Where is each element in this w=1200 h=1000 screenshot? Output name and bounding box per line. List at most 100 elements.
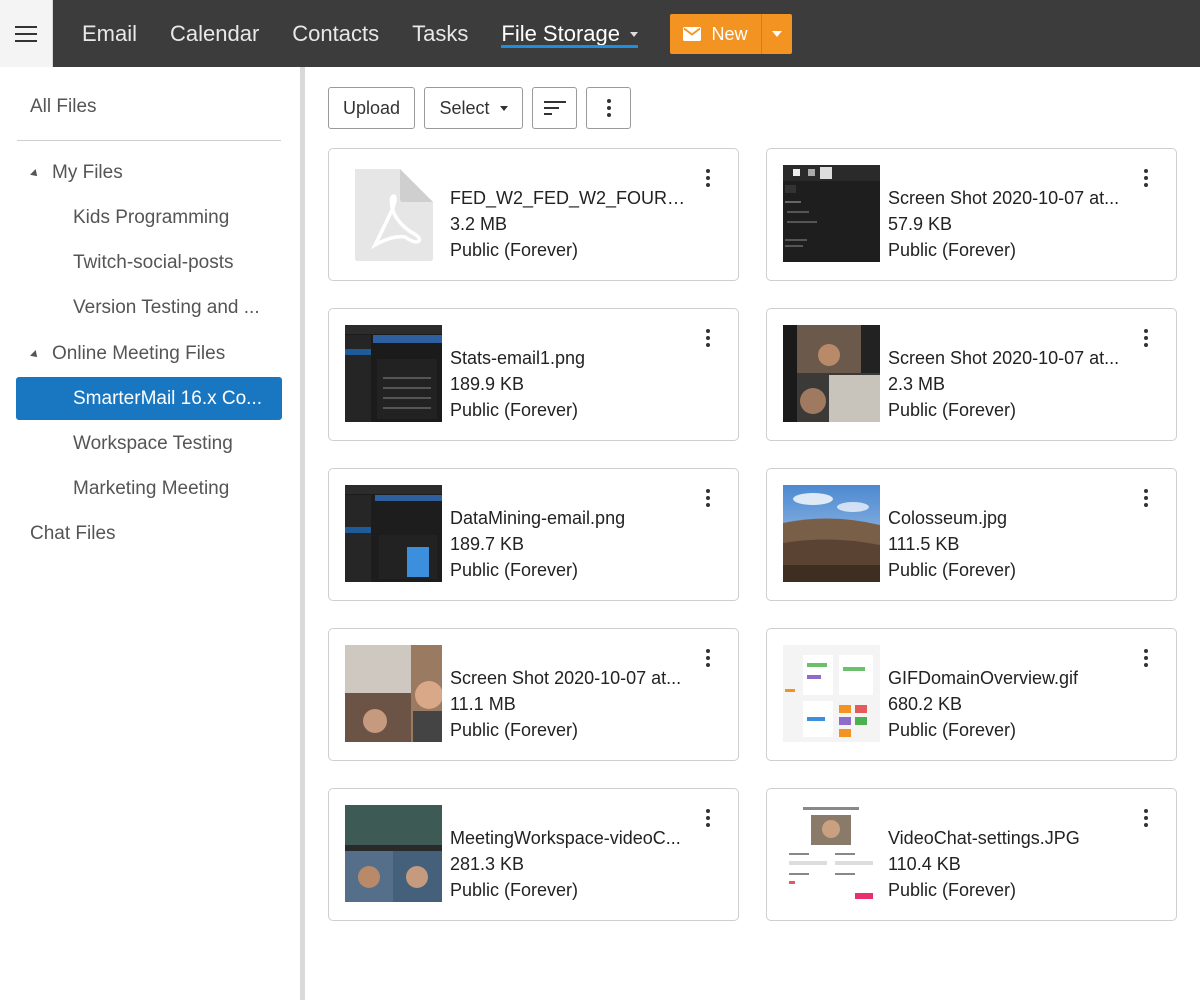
- file-size: 189.7 KB: [450, 534, 525, 554]
- file-options-button[interactable]: [1136, 487, 1156, 509]
- file-access-status: Public (Forever): [888, 560, 1017, 580]
- nav-contacts[interactable]: Contacts: [292, 0, 379, 67]
- file-card[interactable]: DataMining-email.png 189.7 KB Public (Fore…: [328, 468, 739, 601]
- file-name[interactable]: Screen Shot 2020-10-07 at...: [888, 188, 1133, 209]
- nav-email[interactable]: Email: [82, 0, 137, 67]
- more-vertical-icon: [1144, 169, 1148, 187]
- sidebar-divider: [17, 140, 281, 141]
- file-size: 110.4 KB: [888, 854, 961, 874]
- file-name[interactable]: Screen Shot 2020-10-07 at...: [450, 668, 695, 689]
- file-thumbnail[interactable]: [783, 645, 880, 742]
- menu-button[interactable]: [0, 0, 53, 67]
- file-name[interactable]: Screen Shot 2020-10-07 at...: [888, 348, 1133, 369]
- chevron-down-icon: [630, 32, 638, 37]
- file-name[interactable]: GIFDomainOverview.gif: [888, 668, 1133, 689]
- screenshot-thumbnail: [345, 485, 442, 582]
- file-access-status: Public (Forever): [450, 560, 579, 580]
- file-card[interactable]: FED_W2_FED_W2_FOUR_U... 3.2 MB Public (For…: [328, 148, 739, 281]
- file-options-button[interactable]: [698, 647, 718, 669]
- sidebar-item-chat-files[interactable]: Chat Files: [30, 523, 116, 545]
- upload-button[interactable]: Upload: [328, 87, 415, 129]
- file-access-status: Public (Forever): [450, 880, 579, 900]
- file-size: 3.2 MB: [450, 214, 508, 234]
- file-card[interactable]: Colosseum.jpg 111.5 KB Public (Forever): [766, 468, 1177, 601]
- file-access-status: Public (Forever): [450, 240, 579, 260]
- file-options-button[interactable]: [1136, 647, 1156, 669]
- sidebar-item-all-files[interactable]: All Files: [30, 96, 97, 118]
- file-options-button[interactable]: [698, 807, 718, 829]
- file-card[interactable]: VideoChat-settings.JPG 110.4 KB Public (Fo…: [766, 788, 1177, 921]
- file-options-button[interactable]: [698, 327, 718, 349]
- file-card[interactable]: Stats-email1.png 189.9 KB Public (Forever): [328, 308, 739, 441]
- file-thumbnail[interactable]: [345, 805, 442, 902]
- more-vertical-icon: [606, 99, 611, 117]
- file-access-status: Public (Forever): [888, 720, 1017, 740]
- file-access-status: Public (Forever): [450, 720, 579, 740]
- file-thumbnail[interactable]: [345, 165, 442, 262]
- new-button-group: New: [670, 14, 792, 54]
- file-access-status: Public (Forever): [888, 880, 1017, 900]
- screenshot-thumbnail: [345, 805, 442, 902]
- sidebar-item-smartermail-selected[interactable]: SmarterMail 16.x Co...: [16, 377, 282, 420]
- file-name[interactable]: Stats-email1.png: [450, 348, 695, 369]
- file-access-status: Public (Forever): [888, 240, 1017, 260]
- chevron-down-icon: [772, 31, 782, 37]
- nav-calendar[interactable]: Calendar: [170, 0, 259, 67]
- file-thumbnail[interactable]: [783, 165, 880, 262]
- file-name[interactable]: MeetingWorkspace-videoC...: [450, 828, 695, 849]
- pdf-file-icon: [355, 169, 433, 261]
- file-name[interactable]: Colosseum.jpg: [888, 508, 1133, 529]
- file-options-button[interactable]: [698, 167, 718, 189]
- new-dropdown-button[interactable]: [761, 14, 792, 54]
- file-thumbnail[interactable]: [345, 645, 442, 742]
- file-options-button[interactable]: [1136, 327, 1156, 349]
- sidebar-item-workspace-testing[interactable]: Workspace Testing: [73, 433, 233, 455]
- screenshot-thumbnail: [345, 645, 442, 742]
- sidebar-item-marketing-meeting[interactable]: Marketing Meeting: [73, 478, 229, 500]
- main-nav: Email Calendar Contacts Tasks File Stora…: [82, 0, 671, 67]
- more-options-button[interactable]: [586, 87, 631, 129]
- screenshot-thumbnail: [783, 805, 880, 902]
- sidebar-resize-handle[interactable]: [300, 67, 305, 1000]
- file-name[interactable]: VideoChat-settings.JPG: [888, 828, 1133, 849]
- more-vertical-icon: [1144, 329, 1148, 347]
- select-button-label: Select: [439, 97, 490, 118]
- file-thumbnail[interactable]: [345, 325, 442, 422]
- file-thumbnail[interactable]: [783, 805, 880, 902]
- file-card[interactable]: MeetingWorkspace-videoC... 281.3 KB Public…: [328, 788, 739, 921]
- sidebar-item-version-testing[interactable]: Version Testing and ...: [73, 297, 260, 319]
- file-name[interactable]: DataMining-email.png: [450, 508, 695, 529]
- more-vertical-icon: [1144, 809, 1148, 827]
- sidebar-item-twitch-social-posts[interactable]: Twitch-social-posts: [73, 252, 234, 274]
- file-options-button[interactable]: [698, 487, 718, 509]
- file-thumbnail[interactable]: [783, 325, 880, 422]
- file-size: 111.5 KB: [888, 534, 960, 554]
- nav-tasks[interactable]: Tasks: [412, 0, 468, 67]
- sidebar-item-online-meeting-files[interactable]: Online Meeting Files: [52, 343, 225, 365]
- file-thumbnail[interactable]: [345, 485, 442, 582]
- select-dropdown-button[interactable]: Select: [424, 87, 523, 129]
- file-card[interactable]: Screen Shot 2020-10-07 at... 11.1 MB Publi…: [328, 628, 739, 761]
- file-card[interactable]: GIFDomainOverview.gif 680.2 KB Public (For…: [766, 628, 1177, 761]
- file-options-button[interactable]: [1136, 807, 1156, 829]
- nav-file-storage[interactable]: File Storage: [501, 0, 638, 67]
- sidebar-item-kids-programming[interactable]: Kids Programming: [73, 207, 229, 229]
- more-vertical-icon: [1144, 649, 1148, 667]
- new-button[interactable]: New: [670, 14, 761, 54]
- file-options-button[interactable]: [1136, 167, 1156, 189]
- more-vertical-icon: [1144, 489, 1148, 507]
- file-card[interactable]: Screen Shot 2020-10-07 at... 57.9 KB Publi…: [766, 148, 1177, 281]
- nav-email-label: Email: [82, 20, 138, 46]
- file-name[interactable]: FED_W2_FED_W2_FOUR_U...: [450, 188, 695, 209]
- more-vertical-icon: [706, 809, 710, 827]
- file-card[interactable]: Screen Shot 2020-10-07 at... 2.3 MB Public…: [766, 308, 1177, 441]
- screenshot-thumbnail: [345, 325, 442, 422]
- file-access-status: Public (Forever): [888, 400, 1017, 420]
- sort-icon: [543, 101, 566, 115]
- photo-thumbnail: [783, 485, 880, 582]
- sidebar-item-my-files[interactable]: My Files: [52, 162, 123, 184]
- file-thumbnail[interactable]: [783, 485, 880, 582]
- sort-button[interactable]: [532, 87, 577, 129]
- envelope-icon: [683, 27, 702, 41]
- file-size: 11.1 MB: [450, 694, 516, 714]
